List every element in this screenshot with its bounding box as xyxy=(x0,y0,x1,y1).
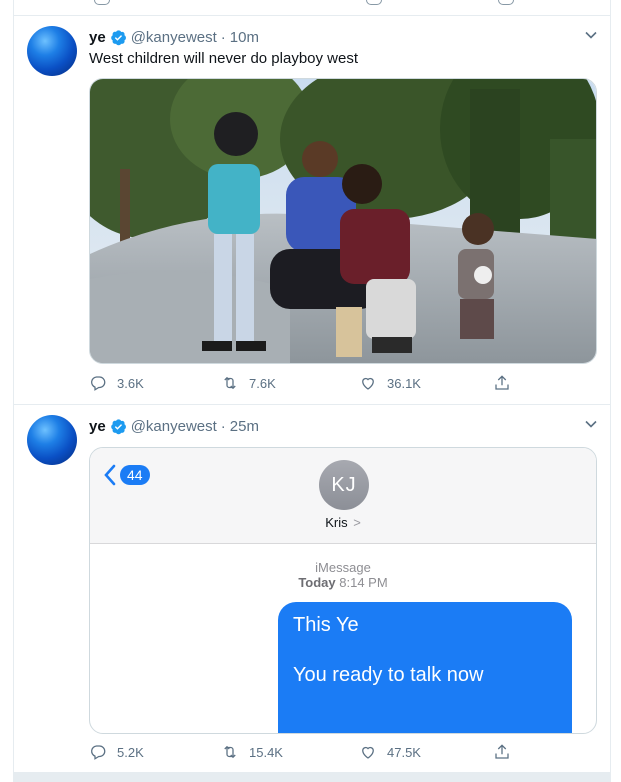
avatar[interactable] xyxy=(27,26,77,76)
like-icon[interactable] xyxy=(366,0,382,5)
chevron-left-icon xyxy=(104,464,116,486)
unread-count-badge: 44 xyxy=(120,465,150,485)
timestamp[interactable]: 10m xyxy=(230,29,259,46)
heart-icon xyxy=(362,377,374,390)
reply-icon[interactable] xyxy=(94,0,110,5)
like-button[interactable]: 36.1K xyxy=(359,373,421,393)
service-label: iMessage xyxy=(315,560,371,575)
separator: · xyxy=(220,28,226,46)
like-count: 36.1K xyxy=(387,375,421,391)
previous-tweet-actions xyxy=(14,0,610,16)
tweet-header: ye @kanyewest · 10m xyxy=(89,27,259,47)
heart-icon xyxy=(362,746,374,759)
retweet-count: 7.6K xyxy=(249,375,276,391)
reply-count: 5.2K xyxy=(117,744,144,760)
photo-illustration xyxy=(90,79,596,363)
verified-badge-icon xyxy=(110,29,126,45)
tweet-actions: 5.2K 15.4K 47.5K xyxy=(89,742,519,762)
display-name[interactable]: ye xyxy=(89,29,106,46)
chevron-down-icon[interactable] xyxy=(584,28,598,42)
display-name[interactable]: ye xyxy=(89,418,106,435)
tweet[interactable]: ye @kanyewest · 10m West children will n… xyxy=(14,16,610,405)
share-icon xyxy=(495,375,509,390)
retweet-icon xyxy=(224,745,236,759)
chevron-down-icon[interactable] xyxy=(584,417,598,431)
imessage-header: 44 KJ Kris > xyxy=(90,448,596,544)
message-line: This Ye xyxy=(293,614,359,636)
verified-badge-icon xyxy=(110,418,126,434)
tweet-text: West children will never do playboy west xyxy=(89,50,359,67)
retweet-button[interactable]: 7.6K xyxy=(221,373,276,393)
share-icon[interactable] xyxy=(498,0,514,5)
reply-button[interactable]: 5.2K xyxy=(89,742,144,762)
reply-icon xyxy=(91,745,106,760)
tweet[interactable]: ye @kanyewest · 25m 44 KJ Kris > iMessag… xyxy=(14,405,610,772)
tweet-header: ye @kanyewest · 25m xyxy=(89,416,259,436)
reply-icon xyxy=(91,376,106,391)
tweet-photo[interactable] xyxy=(89,78,597,364)
retweet-icon xyxy=(224,376,236,390)
message-timestamp: Today 8:14 PM xyxy=(90,575,596,590)
retweet-count: 15.4K xyxy=(249,744,283,760)
like-count: 47.5K xyxy=(387,744,421,760)
tweet-actions: 3.6K 7.6K 36.1K xyxy=(89,373,519,393)
message-day: Today xyxy=(298,575,336,590)
separator: · xyxy=(220,417,226,435)
reply-button[interactable]: 3.6K xyxy=(89,373,144,393)
message-bubble: This Ye You ready to talk now xyxy=(278,602,572,733)
contact-name: Kris > xyxy=(90,515,596,530)
username[interactable]: @kanyewest xyxy=(131,29,217,46)
message-clock: 8:14 PM xyxy=(339,575,388,590)
feed-divider xyxy=(14,772,610,782)
share-button[interactable] xyxy=(493,373,521,393)
back-button: 44 xyxy=(104,464,150,486)
chevron-right-icon: > xyxy=(353,515,361,530)
contact-name-text: Kris xyxy=(325,515,348,530)
imessage-screenshot[interactable]: 44 KJ Kris > iMessage Today 8:14 PM This… xyxy=(89,447,597,734)
timestamp[interactable]: 25m xyxy=(230,418,259,435)
share-icon xyxy=(495,744,509,759)
avatar[interactable] xyxy=(27,415,77,465)
contact-avatar: KJ xyxy=(319,460,369,510)
like-button[interactable]: 47.5K xyxy=(359,742,421,762)
username[interactable]: @kanyewest xyxy=(131,418,217,435)
share-button[interactable] xyxy=(493,742,521,762)
timeline: ye @kanyewest · 10m West children will n… xyxy=(13,0,611,782)
retweet-button[interactable]: 15.4K xyxy=(221,742,283,762)
message-line: You ready to talk now xyxy=(293,664,484,686)
reply-count: 3.6K xyxy=(117,375,144,391)
